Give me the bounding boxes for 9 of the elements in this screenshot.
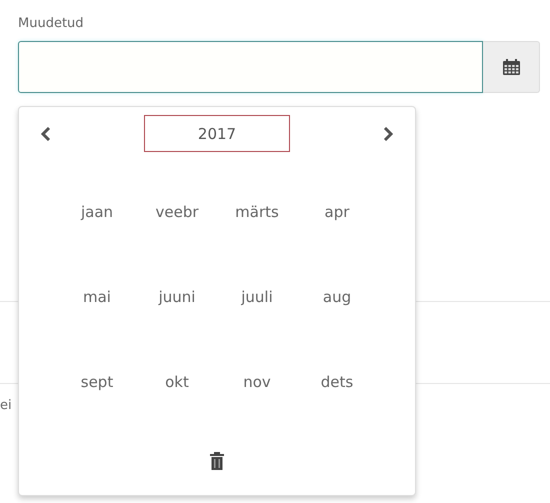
- chevron-left-icon: [41, 126, 51, 140]
- calendar-icon: [502, 59, 520, 75]
- calendar-button[interactable]: [483, 41, 540, 93]
- cut-text: ei: [0, 398, 12, 413]
- chevron-right-icon: [383, 126, 393, 140]
- year-button[interactable]: 2017: [144, 115, 290, 152]
- field-label: Muudetud: [18, 16, 85, 31]
- date-input[interactable]: [18, 41, 483, 93]
- trash-icon: [210, 452, 224, 470]
